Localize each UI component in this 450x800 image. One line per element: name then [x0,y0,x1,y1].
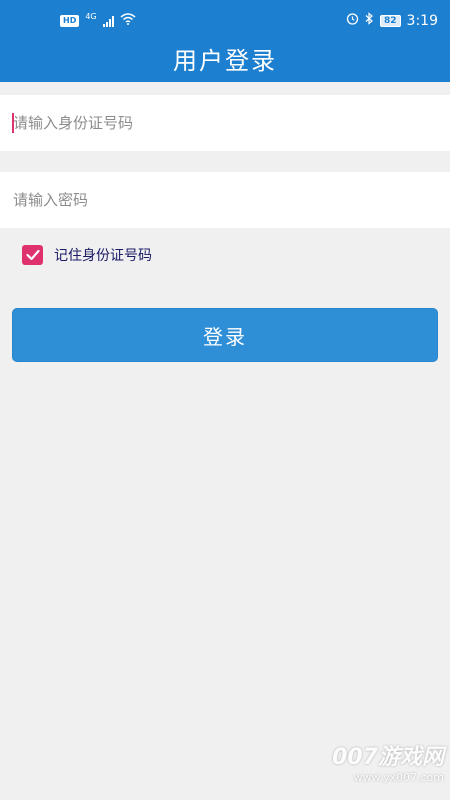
status-left: HD 4G [60,11,136,29]
id-number-field-container [0,95,450,151]
battery-indicator: 82 [380,14,401,27]
bluetooth-icon [365,12,374,29]
network-type: 4G [85,11,97,21]
login-button[interactable]: 登录 [12,308,438,362]
page-title: 用户登录 [173,47,277,75]
alarm-icon [346,12,359,29]
status-bar: HD 4G 82 3:19 [0,0,450,44]
status-right: 82 3:19 [346,12,438,29]
wifi-icon [120,13,136,29]
watermark-brand: 007游戏网 [332,745,444,770]
id-number-input[interactable] [0,95,450,151]
password-field-container [0,172,450,228]
watermark-url: www.yx007.com [353,771,444,784]
checkmark-icon [25,249,40,261]
watermark: 007游戏网 www.yx007.com [332,745,444,785]
remember-checkbox[interactable] [22,245,43,265]
remember-label: 记住身份证号码 [54,248,152,264]
password-input[interactable] [0,172,450,228]
remember-id-option[interactable]: 记住身份证号码 [22,245,152,265]
signal-icon [102,15,114,27]
hd-badge: HD [60,15,80,27]
text-cursor [12,113,14,133]
clock: 3:19 [406,12,438,29]
